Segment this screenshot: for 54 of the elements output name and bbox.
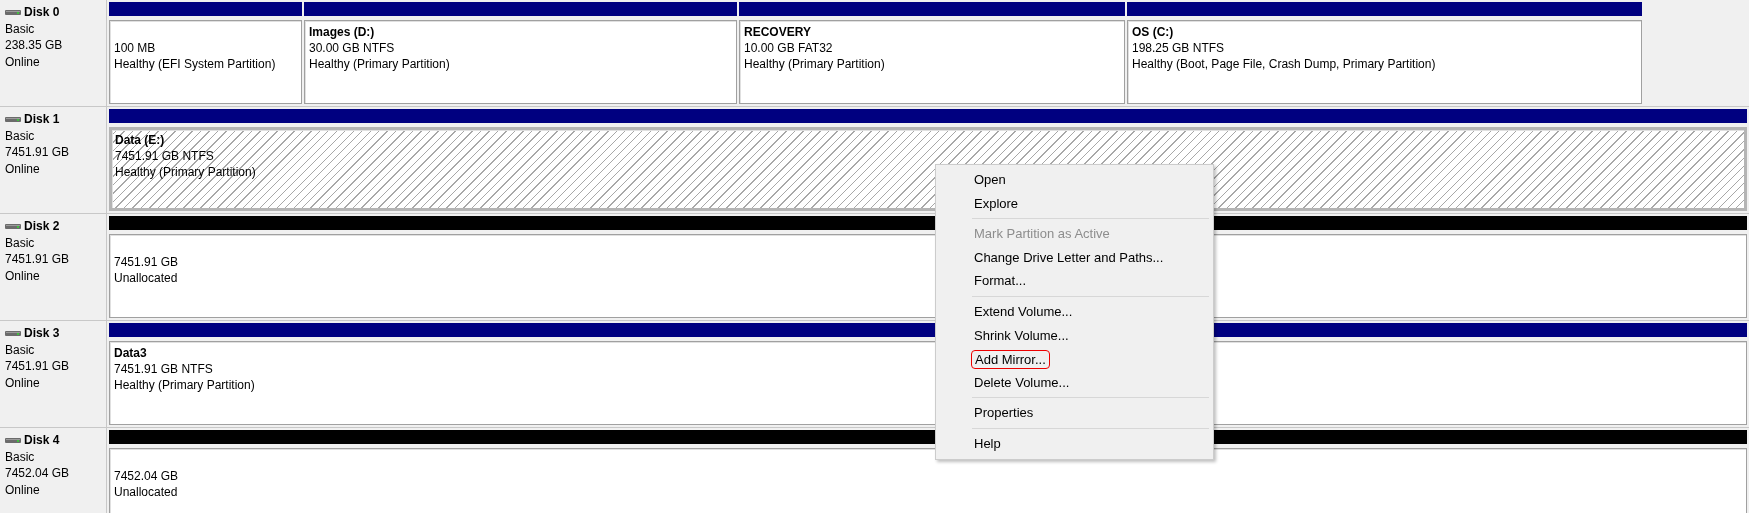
partition-status: Unallocated [114, 270, 178, 286]
disk-status: Online [5, 53, 41, 71]
partition-status: Healthy (EFI System Partition) [114, 56, 276, 72]
menu-item[interactable]: Add Mirror... [971, 350, 1050, 370]
partition-panel[interactable]: Images (D:) 30.00 GB NTFS Healthy (Primary Partition) [304, 20, 737, 104]
partition-size: 198.25 GB NTFS [1132, 40, 1225, 56]
partition-label: RECOVERY [744, 24, 811, 40]
partition-size: 7451.91 GB NTFS [114, 361, 213, 377]
partition-size: 10.00 GB FAT32 [744, 40, 833, 56]
partition-size: 7452.04 GB [114, 468, 179, 484]
disk-type: Basic [5, 20, 36, 38]
disk-size: 7451.91 GB [5, 144, 71, 161]
partition-label: Images (D:) [309, 24, 375, 40]
menu-item[interactable]: Delete Volume... [971, 373, 1073, 391]
partition-status: Healthy (Primary Partition) [744, 56, 885, 72]
menu-item[interactable]: Explore [971, 194, 1022, 212]
disk-type: Basic [5, 448, 36, 466]
disk-name: Disk 3 [24, 325, 60, 342]
menu-item[interactable]: Properties [971, 404, 1037, 422]
menu-item[interactable]: Extend Volume... [971, 302, 1076, 320]
partition-status: Unallocated [114, 484, 178, 500]
disk-status: Online [5, 374, 41, 392]
disk-name: Disk 4 [24, 432, 60, 449]
partition-size: 7451.91 GB NTFS [115, 148, 214, 164]
disk-size: 7452.04 GB [5, 465, 71, 482]
partition-label: OS (C:) [1132, 24, 1174, 40]
menu-item[interactable]: Change Drive Letter and Paths... [971, 248, 1167, 266]
disk-status: Online [5, 481, 41, 499]
disk-type: Basic [5, 127, 36, 145]
disk-size: 7451.91 GB [5, 251, 71, 268]
disk-name: Disk 0 [24, 4, 60, 21]
partition-status: Healthy (Boot, Page File, Crash Dump, Primary Partition) [1132, 56, 1436, 72]
partition-size: 30.00 GB NTFS [309, 40, 395, 56]
menu-item[interactable]: Open [971, 171, 1009, 188]
disk-status: Online [5, 267, 41, 285]
disk-name: Disk 2 [24, 218, 60, 235]
partition-status: Healthy (Primary Partition) [309, 56, 450, 72]
partition-size: 100 MB [114, 40, 156, 56]
partition-panel[interactable]: OS (C:) 198.25 GB NTFS Healthy (Boot, Page File, Crash Dump, Primary Partition) [1127, 20, 1642, 104]
partition-panel[interactable]: RECOVERY 10.00 GB FAT32 Healthy (Primary Partition) [739, 20, 1125, 104]
partition-label: Data3 [114, 345, 147, 361]
disk-size: 238.35 GB [5, 37, 64, 54]
disk-size: 7451.91 GB [5, 358, 71, 375]
disk-type: Basic [5, 234, 36, 252]
partition-label: Data (E:) [115, 132, 165, 148]
menu-item[interactable]: Format... [971, 272, 1029, 290]
partition-status: Healthy (Primary Partition) [114, 377, 255, 393]
disk-type: Basic [5, 341, 36, 359]
menu-item[interactable]: Shrink Volume... [971, 326, 1072, 344]
partition-size: 7451.91 GB [114, 254, 179, 270]
partition-status: Healthy (Primary Partition) [115, 164, 256, 180]
disk-name: Disk 1 [24, 111, 60, 128]
disk-status: Online [5, 160, 41, 178]
partition-panel[interactable]: 100 MB Healthy (EFI System Partition) [109, 20, 302, 104]
